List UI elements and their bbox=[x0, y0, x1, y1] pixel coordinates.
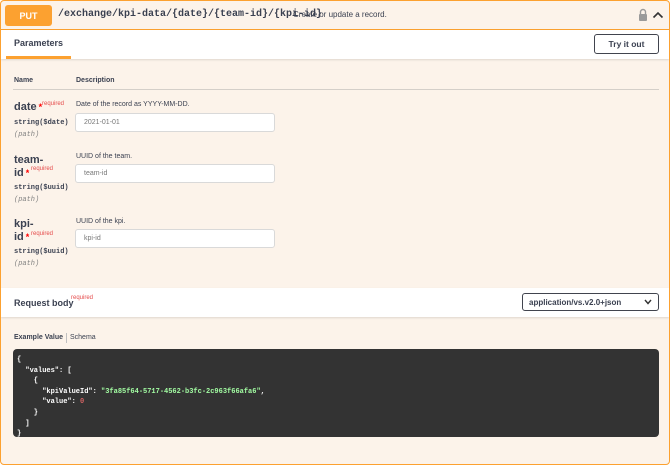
required-star: * bbox=[25, 232, 30, 242]
required-label: required bbox=[42, 101, 65, 107]
lock-icon[interactable] bbox=[638, 8, 648, 22]
required-label: required bbox=[71, 295, 94, 301]
chevron-down-icon bbox=[644, 299, 652, 305]
operation-block-put: PUT /exchange/kpi-data/{date}/{team-id}/… bbox=[0, 0, 670, 465]
required-label: required bbox=[31, 166, 54, 172]
method-badge: PUT bbox=[5, 5, 52, 26]
parameter-name-cont: id * bbox=[14, 231, 30, 243]
tab-parameters[interactable]: Parameters bbox=[6, 30, 72, 59]
content-type-value: application/vs.v2.0+json bbox=[529, 297, 622, 307]
kpi-id-input[interactable]: kpi-id bbox=[75, 229, 275, 248]
operation-description: Create or update a record. bbox=[293, 10, 387, 19]
parameter-name: date * bbox=[14, 101, 43, 113]
parameter-location: (path) bbox=[14, 196, 40, 204]
required-star: * bbox=[25, 168, 30, 178]
example-json-code[interactable]: { "values": [ { "kpiValueId": "3fa85f64-… bbox=[13, 349, 659, 438]
tab-schema[interactable]: Schema bbox=[70, 334, 96, 341]
parameter-location: (path) bbox=[14, 260, 40, 268]
content-type-select[interactable]: application/vs.v2.0+json bbox=[522, 293, 659, 311]
table-header-divider bbox=[13, 89, 659, 90]
parameter-description: Date of the record as YYYY-MM-DD. bbox=[76, 101, 190, 108]
request-body-header: Request body required application/vs.v2.… bbox=[1, 288, 669, 317]
parameters-header: Parameters Try it out bbox=[1, 30, 669, 59]
request-body-title: Request body bbox=[14, 298, 74, 308]
parameter-type: string($uuid) bbox=[14, 248, 69, 256]
required-label: required bbox=[31, 231, 54, 237]
parameter-description: UUID of the team. bbox=[76, 153, 133, 160]
chevron-up-icon[interactable] bbox=[652, 10, 664, 20]
operation-summary[interactable]: PUT /exchange/kpi-data/{date}/{team-id}/… bbox=[1, 1, 669, 30]
try-it-out-button[interactable]: Try it out bbox=[594, 34, 659, 54]
column-header-name: Name bbox=[14, 77, 34, 84]
parameter-name: team- bbox=[14, 154, 44, 166]
date-input[interactable]: 2021-01-01 bbox=[75, 113, 275, 132]
tab-example-value[interactable]: Example Value bbox=[14, 334, 63, 341]
parameter-name-cont: id * bbox=[14, 167, 30, 179]
team-id-input[interactable]: team-id bbox=[75, 164, 275, 183]
parameter-type: string($date) bbox=[14, 119, 69, 127]
tab-divider bbox=[66, 333, 67, 343]
endpoint-path: /exchange/kpi-data/{date}/{team-id}/{kpi… bbox=[58, 9, 323, 20]
column-header-description: Description bbox=[76, 77, 115, 84]
parameter-name: kpi- bbox=[14, 218, 34, 230]
parameter-type: string($uuid) bbox=[14, 184, 69, 192]
parameter-location: (path) bbox=[14, 131, 40, 139]
parameter-description: UUID of the kpi. bbox=[76, 218, 126, 225]
